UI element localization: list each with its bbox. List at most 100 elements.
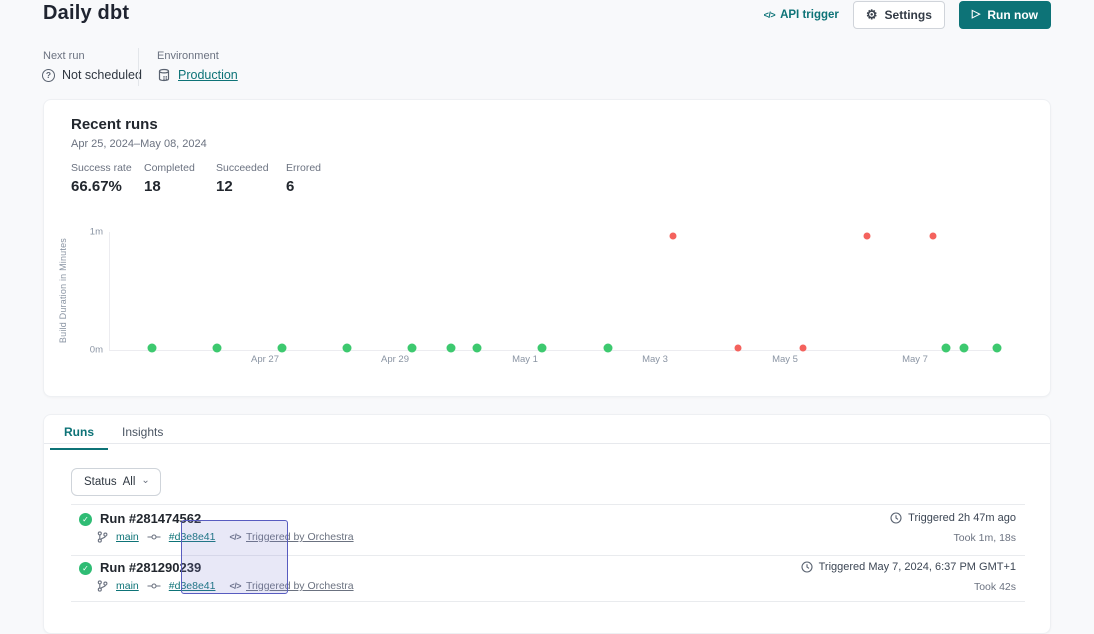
settings-button[interactable]: ⚙ Settings bbox=[853, 1, 945, 29]
y-axis-line bbox=[109, 232, 110, 351]
succeeded-run-dot[interactable] bbox=[959, 343, 968, 352]
stat-value: 6 bbox=[286, 178, 321, 195]
run-sub-line: main #d3e8e41 </> Triggered by Orchestra bbox=[97, 531, 354, 543]
environment-link[interactable]: Production bbox=[178, 68, 238, 82]
question-circle-icon: ? bbox=[42, 69, 55, 82]
stat-completed: Completed 18 bbox=[144, 162, 216, 195]
recent-runs-date-range: Apr 25, 2024–May 08, 2024 bbox=[71, 138, 207, 150]
status-filter-dropdown[interactable]: Status All ⌄ bbox=[71, 468, 161, 496]
succeeded-run-dot[interactable] bbox=[342, 343, 351, 352]
y-axis-label: Build Duration in Minutes bbox=[58, 232, 68, 350]
page-title: Daily dbt bbox=[43, 2, 129, 25]
commit-link[interactable]: #d3e8e41 bbox=[169, 580, 216, 592]
list-divider bbox=[71, 601, 1025, 602]
gear-icon: ⚙ bbox=[866, 8, 878, 21]
success-check-icon: ✓ bbox=[79, 513, 92, 526]
next-run-value: ? Not scheduled bbox=[42, 68, 142, 82]
y-tick-1m: 1m bbox=[90, 227, 103, 238]
succeeded-run-dot[interactable] bbox=[604, 343, 613, 352]
database-icon bbox=[157, 68, 171, 82]
api-trigger-link[interactable]: </> API trigger bbox=[764, 9, 839, 21]
success-check-icon: ✓ bbox=[79, 562, 92, 575]
commit-link[interactable]: #d3e8e41 bbox=[169, 531, 216, 543]
tab-runs[interactable]: Runs bbox=[50, 423, 108, 450]
run-title: Run #281474562 bbox=[100, 511, 201, 526]
stat-value: 66.67% bbox=[71, 178, 144, 195]
recent-runs-card: Recent runs Apr 25, 2024–May 08, 2024 Su… bbox=[43, 99, 1051, 397]
environment-value: Production bbox=[157, 68, 238, 82]
took-text: Took 42s bbox=[801, 581, 1016, 593]
clock-icon bbox=[890, 512, 902, 524]
stat-value: 18 bbox=[144, 178, 216, 195]
x-tick-label: Apr 27 bbox=[251, 354, 279, 365]
code-icon: </> bbox=[229, 532, 241, 542]
play-icon: ▷ bbox=[972, 9, 980, 20]
recent-runs-title: Recent runs bbox=[71, 116, 158, 133]
x-tick-label: May 1 bbox=[512, 354, 538, 365]
git-branch-icon bbox=[97, 580, 108, 592]
succeeded-run-dot[interactable] bbox=[147, 343, 156, 352]
next-run-text: Not scheduled bbox=[62, 68, 142, 82]
code-icon: </> bbox=[764, 10, 776, 20]
stat-label: Errored bbox=[286, 162, 321, 174]
y-tick-0m: 0m bbox=[90, 345, 103, 356]
stat-label: Completed bbox=[144, 162, 216, 174]
environment-label: Environment bbox=[157, 50, 219, 62]
succeeded-run-dot[interactable] bbox=[992, 343, 1001, 352]
duration-chart-plot: 1m 0m Apr 27Apr 29May 1May 3May 5May 7 bbox=[109, 232, 1024, 350]
tab-bar: Runs Insights bbox=[50, 423, 177, 450]
stat-label: Succeeded bbox=[216, 162, 286, 174]
run-sub-line: main #d3e8e41 </> Triggered by Orchestra bbox=[97, 580, 354, 592]
succeeded-run-dot[interactable] bbox=[212, 343, 221, 352]
succeeded-run-dot[interactable] bbox=[277, 343, 286, 352]
status-filter-label: Status bbox=[84, 476, 117, 488]
x-tick-label: May 7 bbox=[902, 354, 928, 365]
git-branch-icon bbox=[97, 531, 108, 543]
succeeded-run-dot[interactable] bbox=[472, 343, 481, 352]
next-run-label: Next run bbox=[43, 50, 85, 62]
tab-insights[interactable]: Insights bbox=[108, 423, 177, 450]
x-tick-label: May 5 bbox=[772, 354, 798, 365]
trigger-badge: </> Triggered by Orchestra bbox=[229, 531, 353, 543]
x-tick-label: May 3 bbox=[642, 354, 668, 365]
tab-divider bbox=[44, 443, 1050, 444]
run-row-1[interactable]: ✓ Run #281474562 main #d3e8e41 </> Trigg… bbox=[71, 512, 1025, 554]
commit-icon bbox=[147, 582, 161, 590]
branch-link[interactable]: main bbox=[116, 531, 139, 543]
api-trigger-label: API trigger bbox=[780, 9, 839, 21]
x-axis-line bbox=[109, 350, 1001, 351]
stat-value: 12 bbox=[216, 178, 286, 195]
errored-run-dot[interactable] bbox=[670, 232, 677, 239]
trigger-link[interactable]: Triggered by Orchestra bbox=[246, 531, 354, 543]
triggered-text: Triggered May 7, 2024, 6:37 PM GMT+1 bbox=[819, 561, 1016, 573]
errored-run-dot[interactable] bbox=[863, 232, 870, 239]
stat-succeeded: Succeeded 12 bbox=[216, 162, 286, 195]
run-meta: Triggered May 7, 2024, 6:37 PM GMT+1 Too… bbox=[801, 561, 1016, 593]
succeeded-run-dot[interactable] bbox=[446, 343, 455, 352]
stat-errored: Errored 6 bbox=[286, 162, 321, 195]
code-icon: </> bbox=[229, 581, 241, 591]
list-divider bbox=[71, 504, 1025, 505]
errored-run-dot[interactable] bbox=[735, 344, 742, 351]
took-text: Took 1m, 18s bbox=[890, 532, 1016, 544]
run-title: Run #281290239 bbox=[100, 560, 201, 575]
settings-label: Settings bbox=[885, 8, 932, 22]
branch-link[interactable]: main bbox=[116, 580, 139, 592]
triggered-text: Triggered 2h 47m ago bbox=[908, 512, 1016, 524]
stat-success-rate: Success rate 66.67% bbox=[71, 162, 144, 195]
succeeded-run-dot[interactable] bbox=[942, 343, 951, 352]
triggered-line: Triggered May 7, 2024, 6:37 PM GMT+1 bbox=[801, 561, 1016, 573]
list-divider bbox=[71, 555, 1025, 556]
clock-icon bbox=[801, 561, 813, 573]
run-row-2[interactable]: ✓ Run #281290239 main #d3e8e41 </> Trigg… bbox=[71, 561, 1025, 603]
trigger-badge: </> Triggered by Orchestra bbox=[229, 580, 353, 592]
run-now-button[interactable]: ▷ Run now bbox=[959, 1, 1051, 29]
succeeded-run-dot[interactable] bbox=[537, 343, 546, 352]
errored-run-dot[interactable] bbox=[930, 232, 937, 239]
run-meta: Triggered 2h 47m ago Took 1m, 18s bbox=[890, 512, 1016, 544]
trigger-link[interactable]: Triggered by Orchestra bbox=[246, 580, 354, 592]
succeeded-run-dot[interactable] bbox=[407, 343, 416, 352]
errored-run-dot[interactable] bbox=[800, 344, 807, 351]
chevron-down-icon: ⌄ bbox=[141, 478, 149, 484]
triggered-line: Triggered 2h 47m ago bbox=[890, 512, 1016, 524]
